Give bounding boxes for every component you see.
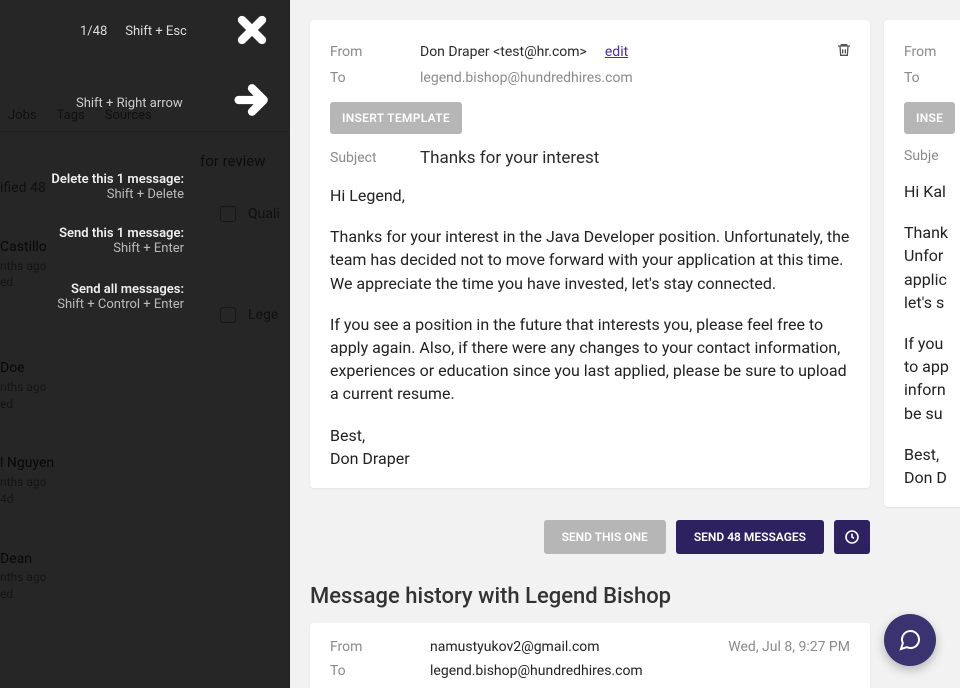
shortcut-delete-keys: Shift + Delete <box>51 187 184 202</box>
close-hint: Shift + Esc <box>125 24 187 39</box>
history-from-label: From <box>330 639 430 655</box>
shortcut-send-keys: Shift + Enter <box>59 241 184 256</box>
compose-card-next: From To INSE Subje Hi Kal ThankUnforappl… <box>884 20 960 507</box>
from-value: Don Draper <test@hr.com> <box>420 44 587 60</box>
history-card: From namustyukov2@gmail.com Wed, Jul 8, … <box>310 623 870 688</box>
shortcut-overlay: 1/48 Shift + Esc Shift + Right arrow Del… <box>0 0 290 688</box>
email-body[interactable]: Hi Legend, Thanks for your interest in t… <box>330 184 850 470</box>
shortcut-sendall-keys: Shift + Control + Enter <box>57 297 184 312</box>
to-value[interactable]: legend.bishop@hundredhires.com <box>420 70 633 86</box>
edit-from-link[interactable]: edit <box>605 44 628 60</box>
history-to-value: legend.bishop@hundredhires.com <box>430 663 850 679</box>
subject-label: Subject <box>330 150 420 166</box>
compose-card: From Don Draper <test@hr.com> edit To le… <box>310 20 870 488</box>
help-chat-icon[interactable] <box>884 614 936 666</box>
to-label: To <box>330 70 420 86</box>
history-to-label: To <box>330 663 430 679</box>
from-label: From <box>330 44 420 60</box>
send-this-button[interactable]: SEND THIS ONE <box>544 520 666 554</box>
history-timestamp: Wed, Jul 8, 9:27 PM <box>728 639 850 655</box>
insert-template-button[interactable]: INSE <box>904 102 955 134</box>
shortcut-delete-title: Delete this 1 message: <box>51 172 184 187</box>
shortcut-send-title: Send this 1 message: <box>59 226 184 241</box>
close-icon[interactable] <box>232 10 272 50</box>
trash-icon[interactable] <box>836 42 852 62</box>
insert-template-button[interactable]: INSERT TEMPLATE <box>330 102 462 134</box>
history-title: Message history with Legend Bishop <box>310 584 870 609</box>
shortcut-sendall-title: Send all messages: <box>57 282 184 297</box>
arrow-right-icon[interactable] <box>232 80 272 120</box>
subject-value[interactable]: Thanks for your interest <box>420 148 599 168</box>
next-hint: Shift + Right arrow <box>76 96 183 111</box>
message-counter: 1/48 <box>80 24 107 39</box>
history-from-value: namustyukov2@gmail.com <box>430 639 728 655</box>
send-all-button[interactable]: SEND 48 MESSAGES <box>676 520 824 554</box>
schedule-icon[interactable] <box>834 520 870 554</box>
